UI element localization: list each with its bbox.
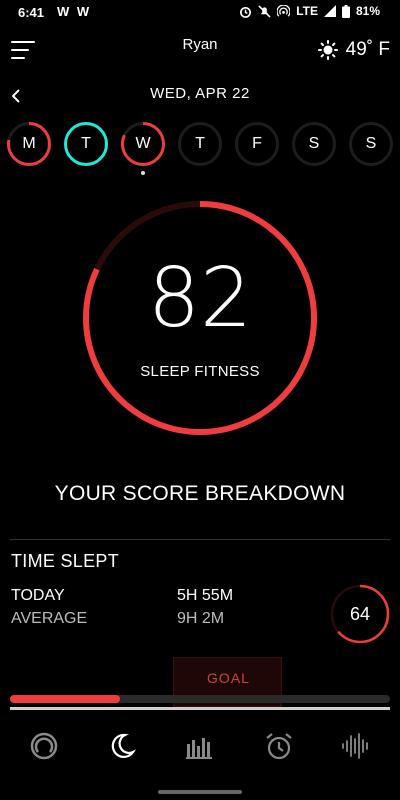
- recovery-ring-icon: [30, 732, 58, 760]
- breakdown-title: YOUR SCORE BREAKDOWN: [54, 482, 346, 505]
- bottom-navigation: [0, 718, 400, 774]
- moon-icon: [111, 733, 137, 759]
- battery-percent: 81%: [355, 4, 380, 18]
- divider: [10, 539, 390, 540]
- notification-icons: W W: [57, 4, 92, 19]
- nav-sleep[interactable]: [101, 728, 141, 764]
- app-header: Ryan 49˚ F: [0, 30, 400, 70]
- nav-alarm[interactable]: [259, 728, 299, 764]
- day-label: S: [308, 135, 320, 152]
- day-wednesday[interactable]: W: [119, 120, 167, 168]
- day-label: S: [365, 135, 377, 152]
- alarm-clock-icon: [266, 733, 292, 760]
- time-slept-progress: [10, 695, 390, 703]
- status-time: 6:41: [18, 5, 45, 20]
- nav-sounds[interactable]: [336, 728, 376, 764]
- day-label: T: [81, 135, 91, 152]
- day-label: T: [195, 135, 205, 152]
- sun-icon: [317, 40, 338, 60]
- status-indicators: LTE 81%: [239, 4, 380, 18]
- status-bar: 6:41 W W LTE 81%: [0, 0, 400, 26]
- selected-day-indicator: [141, 171, 145, 175]
- average-label: AVERAGE: [11, 610, 88, 627]
- score-value: 82: [147, 251, 253, 346]
- alarm-status-icon: [240, 6, 252, 18]
- mini-score-value: 64: [349, 604, 371, 624]
- nav-recovery[interactable]: [24, 728, 64, 764]
- day-thursday[interactable]: T: [176, 120, 224, 168]
- signal-icon: [323, 5, 336, 17]
- mute-icon: [258, 4, 271, 18]
- bar-chart-icon: [186, 738, 212, 759]
- day-friday[interactable]: F: [233, 120, 281, 168]
- today-label: TODAY: [11, 587, 65, 604]
- scroll-edge-line: [10, 707, 390, 710]
- battery-icon: [341, 4, 350, 18]
- sleep-fitness-score[interactable]: 82 SLEEP FITNESS: [80, 198, 320, 438]
- nav-trends[interactable]: [180, 728, 220, 764]
- home-indicator: [158, 790, 242, 794]
- average-value: 9H 2M: [177, 610, 225, 627]
- weather-widget: 49˚ F: [317, 39, 390, 61]
- score-caption: SLEEP FITNESS: [140, 363, 260, 380]
- day-monday[interactable]: M: [5, 120, 53, 168]
- network-type: LTE: [296, 4, 318, 18]
- time-slept-score: 64: [330, 584, 390, 644]
- sound-wave-icon: [342, 733, 368, 759]
- day-label: W: [135, 135, 151, 152]
- day-tuesday[interactable]: T: [62, 120, 110, 168]
- temperature: 49˚ F: [345, 39, 390, 60]
- hotspot-icon: [277, 4, 291, 17]
- progress-fill: [10, 695, 121, 703]
- day-saturday[interactable]: S: [290, 120, 338, 168]
- date-navigation: WED, APR 22: [0, 82, 400, 110]
- time-slept-title: TIME SLEPT: [11, 551, 120, 571]
- week-day-selector: M T W T F S S: [0, 120, 400, 180]
- selected-date: WED, APR 22: [150, 85, 250, 102]
- day-sunday[interactable]: S: [347, 120, 395, 168]
- day-label: M: [22, 135, 36, 152]
- today-value: 5H 55M: [177, 587, 234, 604]
- goal-label: GOAL: [207, 670, 250, 686]
- day-label: F: [252, 135, 262, 152]
